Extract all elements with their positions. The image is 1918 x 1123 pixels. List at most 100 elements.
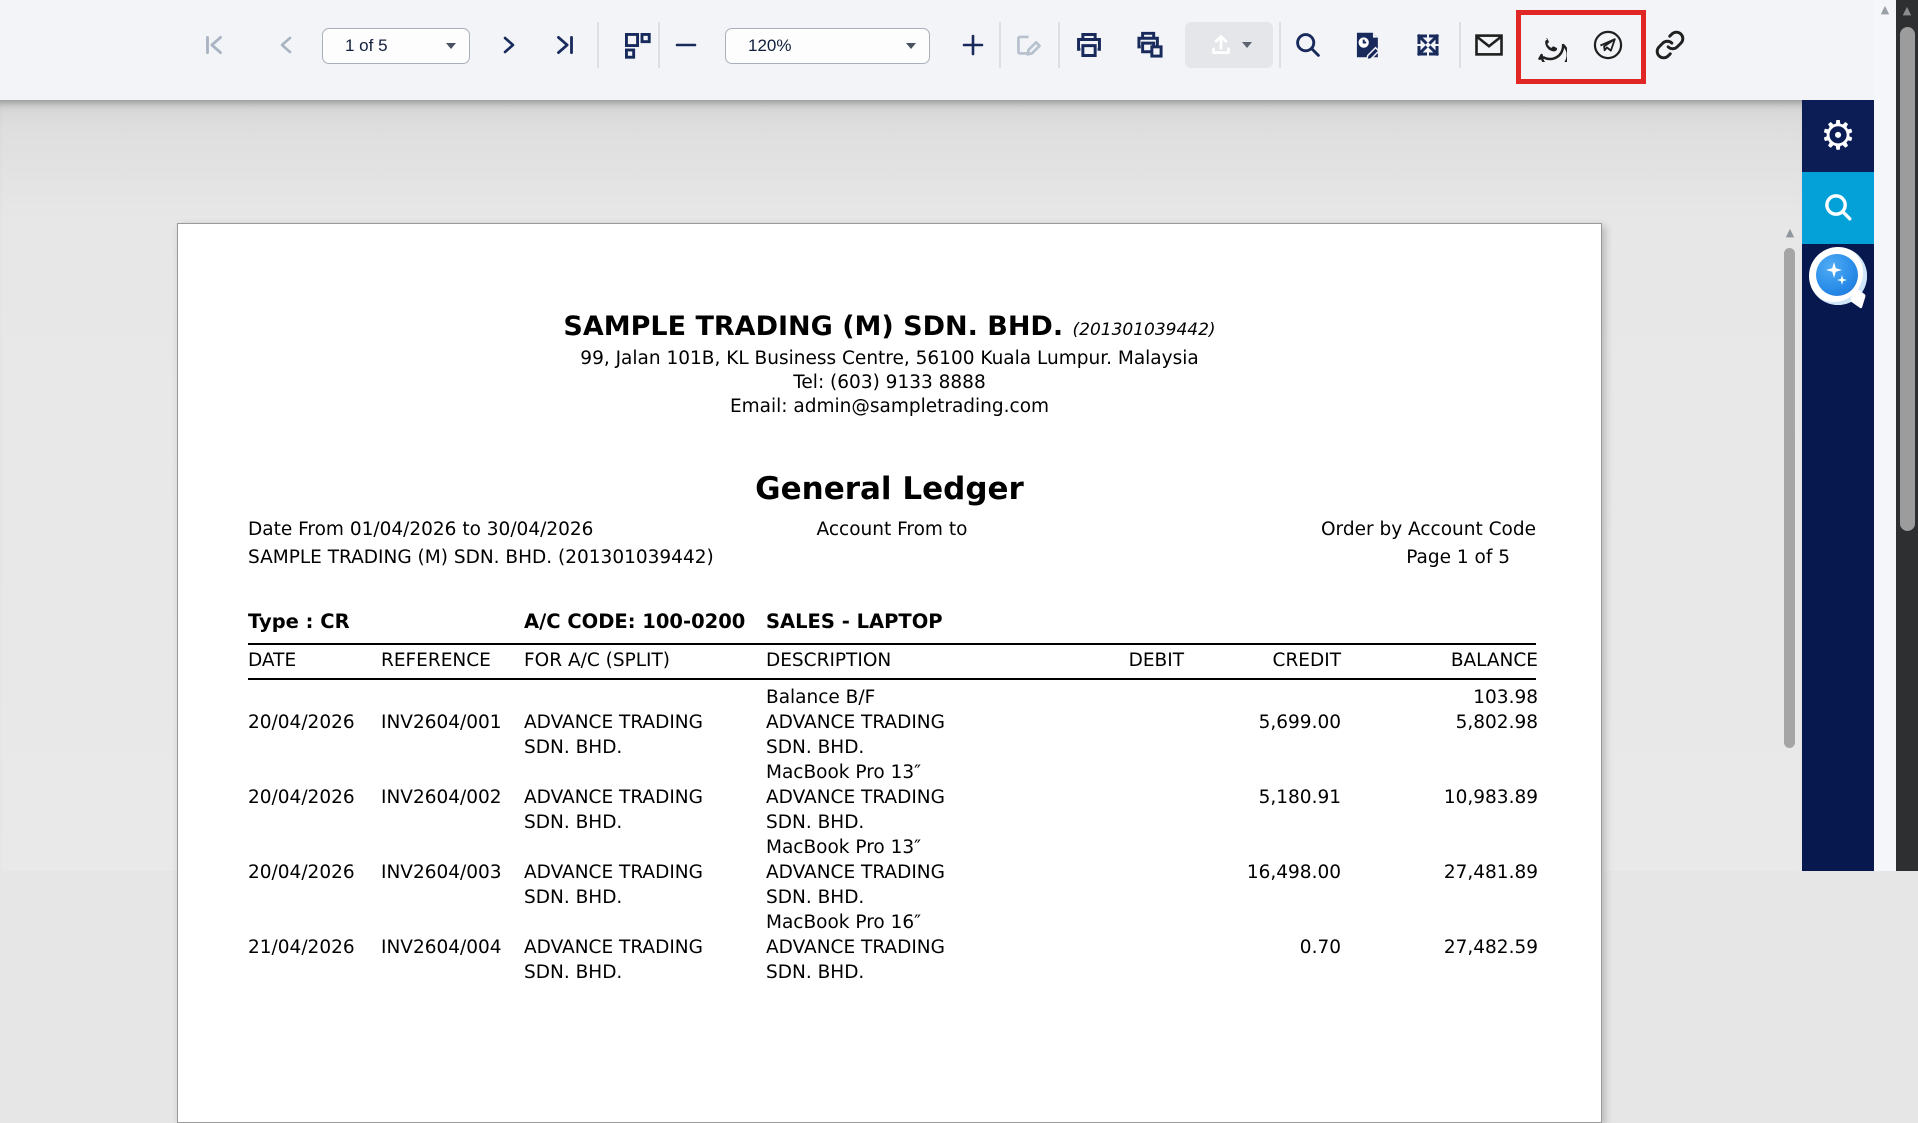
page-select[interactable]: 1 of 5 bbox=[322, 28, 470, 64]
cell-date: 20/04/2026 bbox=[248, 862, 355, 883]
company-address: 99, Jalan 101B, KL Business Centre, 5610… bbox=[580, 348, 1199, 369]
cell-for-ac: ADVANCE TRADING SDN. BHD. bbox=[524, 787, 703, 833]
print-pages-icon bbox=[1134, 29, 1166, 61]
next-page-button[interactable] bbox=[492, 29, 524, 61]
whatsapp-button[interactable] bbox=[1529, 24, 1571, 66]
company-email: Email: admin@sampletrading.com bbox=[729, 396, 1050, 417]
report-viewer-toolbar: 1 of 5 120% bbox=[0, 0, 1874, 100]
table-row: 20/04/2026 INV2604/003 ADVANCE TRADING S… bbox=[248, 860, 1538, 935]
search-button[interactable] bbox=[1289, 26, 1327, 64]
zoom-in-icon bbox=[961, 33, 985, 57]
next-page-icon bbox=[496, 33, 520, 57]
cell-balance: 27,481.89 bbox=[1443, 862, 1538, 883]
zoom-in-button[interactable] bbox=[957, 29, 989, 61]
print-button[interactable] bbox=[1069, 25, 1109, 65]
inner-scroll-up-arrow[interactable]: ▲ bbox=[1874, 4, 1896, 15]
company-name: SAMPLE TRADING (M) SDN. BHD. bbox=[563, 311, 1064, 342]
zoom-select[interactable]: 120% bbox=[725, 28, 930, 64]
toolbar-separator bbox=[1058, 22, 1060, 68]
cell-credit: 5,699.00 bbox=[1258, 712, 1341, 733]
account-section-header: Type : CR A/C CODE: 100-0200 SALES - LAP… bbox=[248, 609, 1536, 645]
cell-for-ac: ADVANCE TRADING SDN. BHD. bbox=[524, 937, 703, 983]
last-page-button[interactable] bbox=[548, 28, 582, 62]
right-sidebar: ⚙ bbox=[1802, 100, 1874, 871]
meta-page-info: Page 1 of 5 bbox=[1406, 547, 1510, 568]
report-title: General Ledger bbox=[755, 471, 1024, 507]
previous-page-icon bbox=[275, 33, 299, 57]
table-row: 21/04/2026 INV2604/004 ADVANCE TRADING S… bbox=[248, 935, 1538, 985]
zoom-out-button[interactable] bbox=[670, 29, 702, 61]
toolbar-separator bbox=[597, 22, 599, 68]
cell-credit: 0.70 bbox=[1299, 937, 1341, 958]
design-report-icon bbox=[1352, 29, 1384, 61]
cell-balance: 10,983.89 bbox=[1443, 787, 1538, 808]
inner-scrollbar-track[interactable]: ▲ bbox=[1874, 0, 1896, 871]
email-icon bbox=[1472, 30, 1506, 60]
print-pages-button[interactable] bbox=[1130, 25, 1170, 65]
table-row: Balance B/F 103.98 bbox=[248, 685, 1538, 710]
fullscreen-button[interactable] bbox=[1409, 26, 1447, 64]
meta-account-from: Account From to bbox=[816, 519, 968, 540]
cell-reference: INV2604/004 bbox=[381, 937, 502, 958]
account-name: SALES - LAPTOP bbox=[766, 610, 943, 633]
cell-date: 20/04/2026 bbox=[248, 712, 355, 733]
gear-icon: ⚙ bbox=[1820, 113, 1856, 159]
table-row: 20/04/2026 INV2604/001 ADVANCE TRADING S… bbox=[248, 710, 1538, 785]
thumbnails-icon bbox=[622, 30, 652, 60]
cell-description: ADVANCE TRADING SDN. BHD. bbox=[766, 937, 945, 983]
company-tel: Tel: (603) 9133 8888 bbox=[793, 372, 986, 393]
zoom-out-icon bbox=[674, 33, 698, 57]
zoom-select-value: 120% bbox=[748, 36, 792, 55]
search-icon bbox=[1293, 30, 1323, 60]
report-page: SAMPLE TRADING (M) SDN. BHD. (2013010394… bbox=[177, 223, 1602, 1123]
edit-button[interactable] bbox=[1009, 26, 1047, 64]
cell-description: ADVANCE TRADING SDN. BHD. bbox=[766, 712, 945, 758]
upload-icon bbox=[1207, 30, 1235, 61]
whatsapp-icon bbox=[1533, 28, 1567, 62]
doc-scroll-up-arrow[interactable]: ▲ bbox=[1779, 226, 1801, 239]
copy-link-button[interactable] bbox=[1650, 25, 1690, 65]
doc-scrollbar-thumb[interactable] bbox=[1784, 248, 1795, 748]
telegram-button[interactable] bbox=[1587, 24, 1629, 66]
telegram-icon bbox=[1591, 28, 1625, 62]
cell-for-ac: ADVANCE TRADING SDN. BHD. bbox=[524, 862, 703, 908]
cell-reference: INV2604/001 bbox=[381, 712, 502, 733]
col-reference: REFERENCE bbox=[381, 650, 491, 671]
settings-button[interactable]: ⚙ bbox=[1802, 100, 1874, 172]
first-page-icon bbox=[201, 32, 227, 58]
email-button[interactable] bbox=[1468, 26, 1510, 64]
design-report-button[interactable] bbox=[1348, 25, 1388, 65]
last-page-icon bbox=[552, 32, 578, 58]
cell-description: ADVANCE TRADING SDN. BHD. bbox=[766, 862, 945, 908]
export-upload-button[interactable] bbox=[1185, 22, 1273, 68]
toolbar-separator bbox=[999, 22, 1001, 68]
report-meta: Date From 01/04/2026 to 30/04/2026 Accou… bbox=[248, 517, 1536, 571]
cell-for-ac: ADVANCE TRADING SDN. BHD. bbox=[524, 712, 703, 758]
cell-reference: INV2604/002 bbox=[381, 787, 502, 808]
edit-icon bbox=[1013, 30, 1043, 60]
browser-scrollbar-thumb[interactable] bbox=[1900, 27, 1915, 531]
meta-date-range: Date From 01/04/2026 to 30/04/2026 bbox=[248, 519, 594, 540]
gl-table-body: Balance B/F 103.98 20/04/2026 INV2604/00… bbox=[248, 680, 1538, 985]
cell-description: Balance B/F bbox=[766, 687, 876, 708]
print-icon bbox=[1073, 29, 1105, 61]
col-credit: CREDIT bbox=[1272, 650, 1341, 671]
sidebar-search-button[interactable] bbox=[1802, 172, 1874, 244]
toolbar-separator bbox=[1459, 22, 1461, 68]
thumbnails-button[interactable] bbox=[618, 26, 656, 64]
previous-page-button[interactable] bbox=[271, 29, 303, 61]
cell-item: MacBook Pro 13″ bbox=[766, 762, 922, 783]
cell-item: MacBook Pro 16″ bbox=[766, 912, 922, 933]
cell-date: 21/04/2026 bbox=[248, 937, 355, 958]
col-for-ac: FOR A/C (SPLIT) bbox=[524, 650, 671, 671]
chevron-down-icon bbox=[1241, 42, 1252, 48]
ai-assistant-button[interactable] bbox=[1809, 247, 1867, 310]
first-page-button[interactable] bbox=[197, 28, 231, 62]
browser-scroll-up-arrow[interactable]: ▲ bbox=[1896, 5, 1918, 16]
meta-order-by: Order by Account Code bbox=[1321, 519, 1536, 540]
report-company-header: SAMPLE TRADING (M) SDN. BHD. (2013010394… bbox=[178, 224, 1601, 419]
toolbar-separator bbox=[658, 22, 660, 68]
col-description: DESCRIPTION bbox=[766, 650, 892, 671]
sparkles-icon bbox=[1826, 262, 1847, 285]
account-code: A/C CODE: 100-0200 bbox=[524, 610, 746, 633]
